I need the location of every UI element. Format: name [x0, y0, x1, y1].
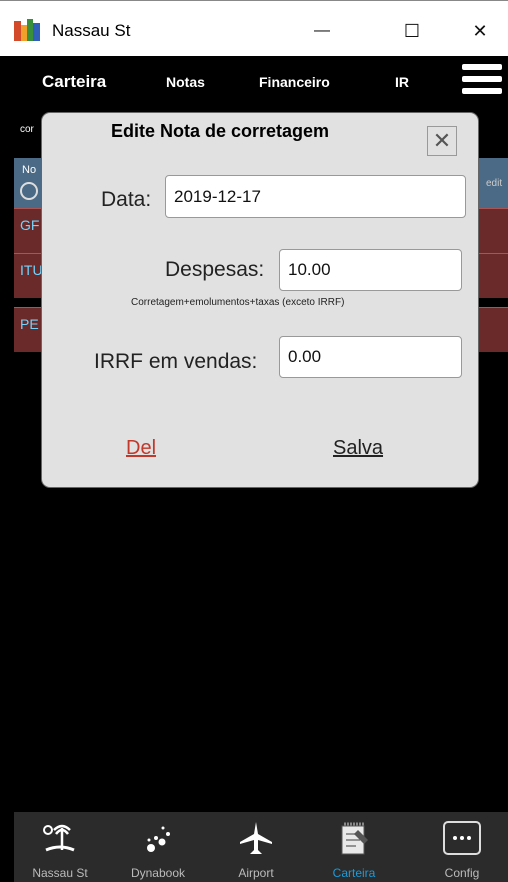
- menu-icon[interactable]: [462, 64, 502, 104]
- island-icon: [43, 824, 75, 852]
- edit-label[interactable]: edit: [486, 178, 502, 189]
- tab-financeiro[interactable]: Financeiro: [259, 74, 330, 90]
- notepad-icon: [341, 822, 368, 855]
- bottom-nav-label: Dynabook: [130, 866, 186, 880]
- bottom-nav-label: Config: [444, 866, 480, 880]
- airplane-icon: [240, 822, 272, 854]
- bottom-nav-label: Nassau St: [32, 866, 88, 880]
- edit-note-dialog: Edite Nota de corretagem ✕ Data: 2019-12…: [42, 113, 478, 487]
- tab-carteira[interactable]: Carteira: [42, 72, 106, 92]
- row-label: GF: [20, 217, 40, 233]
- tab-notas[interactable]: Notas: [166, 74, 205, 90]
- bottom-nav-item-config[interactable]: Config: [416, 812, 508, 882]
- row-label: PE: [20, 316, 39, 332]
- window-titlebar: Nassau St — ☐ ✕: [0, 0, 508, 56]
- data-label: Data:: [101, 188, 152, 211]
- bottom-nav-label: Carteira: [332, 866, 376, 880]
- bottom-nav-label: Airport: [238, 866, 274, 880]
- bottom-nav: Nassau St Dynabook Airport Carteira Conf…: [14, 812, 508, 882]
- maximize-button[interactable]: ☐: [392, 13, 432, 49]
- save-button[interactable]: Salva: [333, 437, 383, 460]
- close-icon[interactable]: ✕: [427, 126, 457, 156]
- dialog-title: Edite Nota de corretagem: [110, 121, 330, 141]
- more-icon: [443, 821, 481, 855]
- despesas-field[interactable]: 10.00: [279, 249, 462, 291]
- close-window-button[interactable]: ✕: [460, 13, 500, 49]
- irrf-label: IRRF em vendas:: [94, 350, 258, 373]
- background-label: cor: [20, 124, 34, 135]
- minimize-button[interactable]: —: [302, 13, 342, 49]
- irrf-field[interactable]: 0.00: [279, 336, 462, 378]
- despesas-hint: Corretagem+emolumentos+taxas (exceto IRR…: [131, 297, 345, 308]
- data-field[interactable]: 2019-12-17: [165, 175, 466, 218]
- tab-ir[interactable]: IR: [395, 74, 409, 90]
- window-title: Nassau St: [52, 21, 131, 40]
- despesas-label: Despesas:: [165, 258, 265, 281]
- bottom-nav-item-airport[interactable]: Airport: [210, 812, 302, 882]
- bottom-nav-item-nassau-st[interactable]: Nassau St: [14, 812, 106, 882]
- radio-button[interactable]: [20, 182, 38, 200]
- dots-icon: [147, 826, 170, 852]
- row-label: ITU: [20, 262, 43, 278]
- top-nav: Carteira Notas Financeiro IR: [0, 56, 508, 110]
- header-abbrev: No: [22, 164, 37, 176]
- bottom-nav-item-carteira[interactable]: Carteira: [308, 812, 400, 882]
- delete-button[interactable]: Del: [126, 437, 156, 460]
- app-icon: [14, 19, 40, 41]
- bottom-nav-item-dynabook[interactable]: Dynabook: [112, 812, 204, 882]
